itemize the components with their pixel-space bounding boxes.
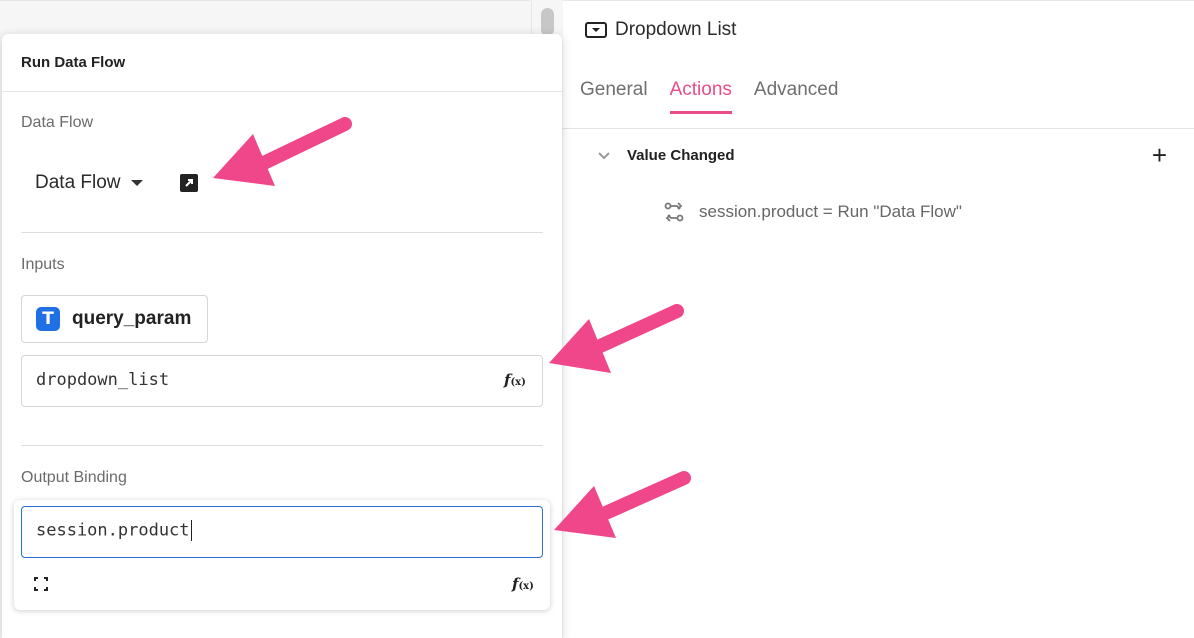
tab-bar: General Actions Advanced <box>580 79 838 114</box>
data-flow-select[interactable]: Data Flow <box>35 172 143 194</box>
component-header: Dropdown List <box>585 19 736 41</box>
tab-advanced[interactable]: Advanced <box>754 79 839 114</box>
run-data-flow-popover: Run Data Flow Data Flow Data Flow Inputs… <box>2 34 562 638</box>
action-text: session.product = Run "Data Flow" <box>699 202 962 221</box>
event-name: Value Changed <box>627 147 735 164</box>
dropdown-icon <box>585 22 607 38</box>
section-divider <box>21 232 543 233</box>
input-value-text: dropdown_list <box>36 370 170 390</box>
tab-general[interactable]: General <box>580 79 648 114</box>
output-binding-field[interactable]: session.product <box>21 506 543 558</box>
param-name: query_param <box>72 308 192 329</box>
action-item[interactable]: session.product = Run "Data Flow" <box>663 201 962 223</box>
text-type-icon: T <box>36 307 60 331</box>
output-binding-editor: session.product f(x) <box>14 500 550 610</box>
canvas-top-border <box>0 0 530 1</box>
function-icon[interactable]: f(x) <box>512 575 534 593</box>
plus-icon[interactable]: + <box>1152 142 1167 168</box>
chevron-down-icon[interactable] <box>597 151 611 161</box>
output-binding-label: Output Binding <box>21 469 127 486</box>
section-divider <box>21 445 543 446</box>
inputs-label: Inputs <box>21 256 65 273</box>
tab-actions[interactable]: Actions <box>669 79 732 114</box>
data-flow-select-value: Data Flow <box>35 172 121 193</box>
event-header[interactable]: Value Changed + <box>597 142 1167 168</box>
text-cursor <box>190 520 192 541</box>
open-external-icon[interactable] <box>180 174 198 192</box>
component-title: Dropdown List <box>615 19 737 40</box>
data-flow-icon <box>664 202 684 222</box>
input-value-field[interactable]: dropdown_list f(x) <box>21 355 543 407</box>
data-flow-label: Data Flow <box>21 114 94 131</box>
properties-panel: Dropdown List General Actions Advanced V… <box>563 0 1194 638</box>
input-param-chip: T query_param <box>21 295 208 343</box>
caret-down-icon <box>130 180 143 186</box>
function-icon[interactable]: f(x) <box>504 371 526 389</box>
expand-icon[interactable] <box>34 577 48 591</box>
title-divider <box>2 91 562 92</box>
tabs-divider <box>563 128 1194 129</box>
scrollbar-thumb[interactable] <box>541 8 554 36</box>
output-binding-text: session.product <box>36 520 192 541</box>
popover-title: Run Data Flow <box>21 54 126 71</box>
